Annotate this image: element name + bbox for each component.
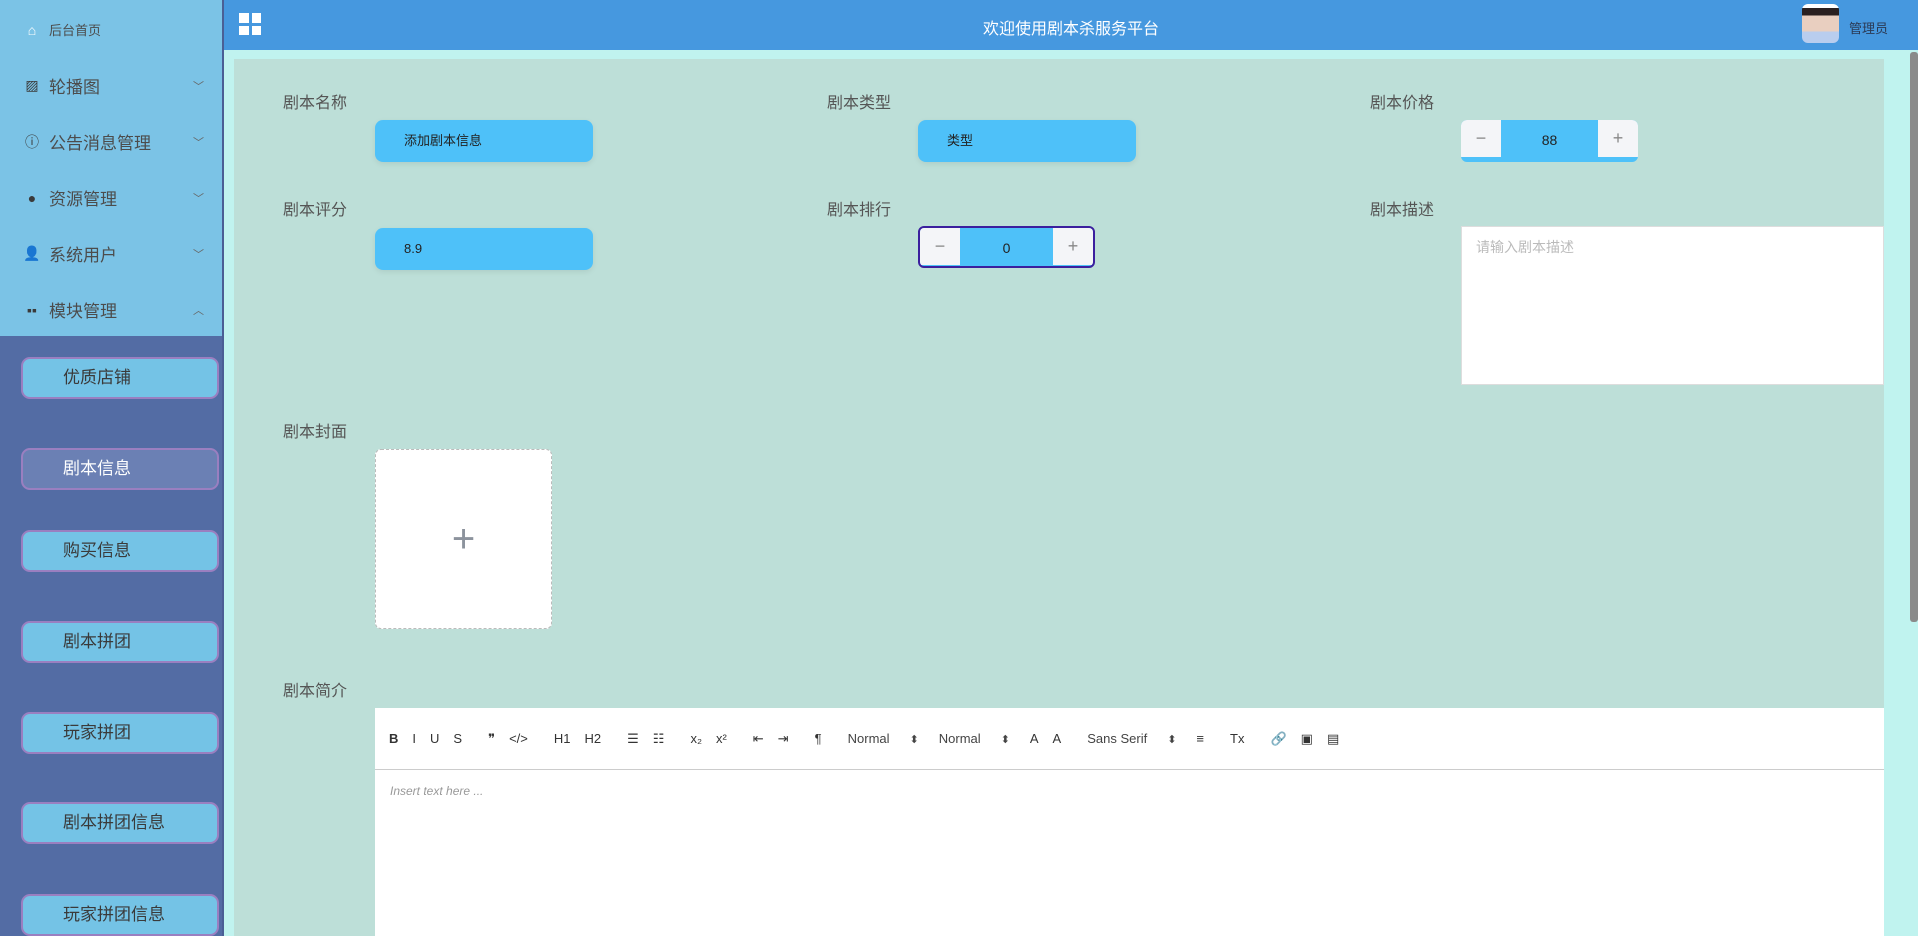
submenu-item[interactable]: 剧本拼团 [21,621,219,663]
rich-text-editor: BIUS ❞ </> H1 H2 ☰ ☷ x₂ x² ⇤ ⇥ ¶ Normal Normal AA Sans … [375,708,1884,936]
name-label: 剧本名称 [283,95,348,112]
strike-button[interactable]: S [453,731,462,746]
bulb-icon: ● [27,189,37,206]
rank-value[interactable]: 0 [960,228,1053,266]
link-button[interactable]: 🔗 [1270,731,1286,747]
subscript-button[interactable]: x₂ [690,731,702,746]
score-input[interactable]: 8.9 [375,228,593,270]
cover-label: 剧本封面 [283,424,348,441]
info-icon: ⓘ [25,133,39,150]
rank-stepper[interactable]: − 0 + [918,226,1095,268]
color-button[interactable]: A [1030,731,1039,746]
editor-body[interactable]: Insert text here ... [375,770,1884,812]
price-label: 剧本价格 [1370,95,1435,112]
grid-icon: ▪▪ [27,301,37,318]
outdent-button[interactable]: ⇤ [753,731,764,747]
align-button[interactable]: ≡ [1196,731,1204,746]
rank-increment-button[interactable]: + [1053,228,1093,265]
type-label: 剧本类型 [827,95,892,112]
code-block-button[interactable]: </> [509,731,528,746]
header2-button[interactable]: H2 [585,731,602,746]
sidebar-item-users[interactable]: 👤 系统用户 ﹀ [23,241,204,266]
italic-button[interactable]: I [412,731,416,746]
blockquote-button[interactable]: ❞ [488,731,495,747]
image-button[interactable]: ▣ [1301,731,1313,747]
chevron-up-icon: ︿ [193,304,204,317]
sidebar-item-carousel[interactable]: ▨ 轮播图 ﹀ [24,73,204,98]
ordered-list-button[interactable]: ☰ [627,731,639,747]
video-button[interactable]: ▤ [1327,731,1339,747]
scrollbar[interactable] [1910,52,1918,622]
submenu-item[interactable]: 玩家拼团信息 [21,894,219,936]
superscript-button[interactable]: x² [716,731,727,746]
submenu-item[interactable]: 剧本拼团信息 [21,802,219,844]
sidebar-item-resource[interactable]: ● 资源管理 ﹀ [24,185,204,210]
clean-button[interactable]: Tx [1230,731,1244,746]
desc-label: 剧本描述 [1370,202,1435,219]
price-stepper[interactable]: − 88 + [1461,120,1638,162]
top-header: 欢迎使用剧本杀服务平台 管理员 [224,0,1918,50]
editor-toolbar: BIUS ❞ </> H1 H2 ☰ ☷ x₂ x² ⇤ ⇥ ¶ Normal Normal AA Sans … [375,708,1884,770]
score-label: 剧本评分 [283,202,348,219]
bold-button[interactable]: B [389,731,398,746]
avatar[interactable] [1802,4,1839,43]
chevron-down-icon: ﹀ [193,136,204,149]
underline-button[interactable]: U [430,731,439,746]
type-select[interactable]: 类型 [918,120,1136,162]
chevron-down-icon: ﹀ [193,248,204,261]
submenu-item[interactable]: 玩家拼团 [21,712,219,754]
sidebar-menu: ⌂ 后台首页 ▨ 轮播图 ﹀ ⓘ 公告消息管理 ﹀ ● 资源管理 ﹀ 👤 系统用户 ﹀ ▪▪ 模块管… [0,0,222,336]
plus-icon: + [451,516,476,561]
sidebar-item-home[interactable]: ⌂ 后台首页 [24,20,204,39]
sidebar: ⌂ 后台首页 ▨ 轮播图 ﹀ ⓘ 公告消息管理 ﹀ ● 资源管理 ﹀ 👤 系统用户 ﹀ ▪▪ 模块管… [0,0,224,936]
font-select[interactable]: Sans Serif [1087,731,1176,746]
user-name[interactable]: 管理员 [1849,18,1888,37]
price-increment-button[interactable]: + [1598,120,1638,157]
picture-icon: ▨ [25,77,39,93]
rank-label: 剧本排行 [827,202,892,219]
name-input[interactable]: 添加剧本信息 [375,120,593,162]
price-value[interactable]: 88 [1501,120,1598,160]
indent-button[interactable]: ⇥ [778,731,789,747]
size-select[interactable]: Normal [848,731,919,746]
header1-button[interactable]: H1 [554,731,571,746]
background-button[interactable]: A [1053,731,1062,746]
desc-textarea[interactable] [1461,226,1884,385]
rank-decrement-button[interactable]: − [920,228,960,265]
submenu-item[interactable]: 购买信息 [21,530,219,572]
price-decrement-button[interactable]: − [1461,120,1501,157]
sidebar-item-modules[interactable]: ▪▪ 模块管理 ︿ [24,297,204,322]
submenu-item[interactable]: 优质店铺 [21,357,219,399]
header-select[interactable]: Normal [939,731,1010,746]
chevron-down-icon: ﹀ [193,192,204,205]
chevron-down-icon: ﹀ [193,80,204,93]
submenu-item-active[interactable]: 剧本信息 [21,448,219,490]
sidebar-item-notice[interactable]: ⓘ 公告消息管理 ﹀ [24,129,204,154]
home-icon: ⌂ [27,21,37,38]
page-title: 欢迎使用剧本杀服务平台 [982,21,1159,38]
direction-button[interactable]: ¶ [815,731,822,746]
cover-upload[interactable]: + [375,449,552,629]
user-icon: 👤 [23,245,41,261]
intro-label: 剧本简介 [283,683,348,700]
bullet-list-button[interactable]: ☷ [653,731,665,747]
